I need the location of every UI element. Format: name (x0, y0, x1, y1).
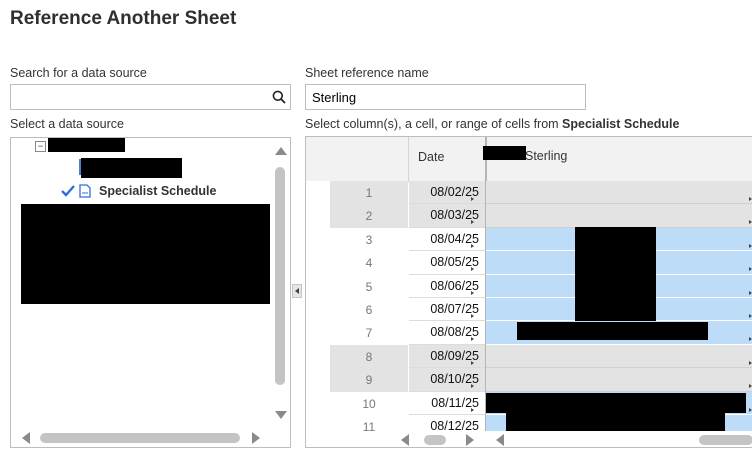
collapse-left-arrow-icon (295, 288, 299, 294)
table-row[interactable]: 5 08/06/25 (306, 274, 752, 298)
table-row[interactable]: 8 08/09/25 (306, 344, 752, 369)
frozen-scroll-right-arrow-icon[interactable] (466, 434, 474, 446)
table-row[interactable]: 3 08/04/25 (306, 227, 752, 252)
checkmark-icon (61, 185, 75, 197)
sheet-icon (79, 184, 91, 198)
tree-item-specialist-schedule[interactable]: Specialist Schedule (99, 184, 216, 198)
panel-collapse-handle[interactable] (292, 284, 302, 298)
sterling-cell[interactable] (486, 368, 752, 392)
redacted-tree-items (21, 204, 270, 304)
table-row[interactable]: 4 08/05/25 (306, 251, 752, 275)
scroll-up-arrow-icon[interactable] (275, 147, 287, 155)
tree-vertical-scrollbar-thumb[interactable] (275, 167, 285, 385)
row-number: 10 (362, 396, 376, 411)
search-label: Search for a data source (10, 66, 147, 80)
column-header-sterling[interactable]: Sterling (525, 149, 567, 163)
cell-corner-icon (471, 220, 474, 225)
search-input[interactable] (10, 84, 291, 110)
instruction-text: Select column(s), a cell, or range of ce… (305, 117, 563, 131)
sterling-cell[interactable] (486, 181, 752, 205)
redacted-cell-block (575, 227, 656, 321)
search-icon[interactable] (272, 90, 286, 104)
cell-corner-icon (471, 314, 474, 318)
cell-corner-icon (471, 337, 474, 342)
grid-scrollbar-area (306, 431, 752, 447)
column-header-date[interactable]: Date (418, 150, 444, 164)
dialog-title: Reference Another Sheet (10, 8, 237, 29)
header-divider (408, 137, 409, 181)
frozen-scroll-left-arrow-icon[interactable] (401, 434, 409, 446)
search-box (10, 84, 291, 110)
frozen-scrollbar-thumb[interactable] (424, 435, 446, 445)
redacted-cell-block (517, 322, 708, 340)
sheet-grid: Date Sterling 1 08/02/25 2 08/03/25 3 08/04/2… (305, 136, 752, 448)
grid-horizontal-scrollbar-thumb[interactable] (699, 435, 752, 445)
data-source-tree: − Specialist Schedule (10, 137, 291, 448)
row-number: 3 (365, 232, 373, 247)
row-number: 9 (365, 373, 373, 388)
row-number: 7 (365, 326, 373, 341)
select-source-label: Select a data source (10, 117, 124, 131)
row-number: 8 (365, 349, 373, 364)
table-row[interactable]: 2 08/03/25 (306, 204, 752, 228)
scroll-down-arrow-icon[interactable] (275, 411, 287, 419)
redacted-tree-item[interactable] (81, 158, 182, 178)
redacted-cell-block (506, 413, 725, 431)
row-number: 5 (365, 279, 373, 294)
scroll-right-arrow-icon[interactable] (252, 432, 260, 444)
cell-corner-icon (471, 360, 474, 365)
sheet-reference-input[interactable] (305, 84, 586, 110)
cell-corner-icon (471, 384, 474, 389)
instruction-sheet-name: Specialist Schedule (562, 117, 680, 131)
redacted-header-cell (483, 146, 526, 160)
redacted-cell-block (486, 393, 746, 413)
grid-scroll-left-arrow-icon[interactable] (496, 434, 504, 446)
cell-corner-icon (471, 407, 474, 412)
grid-instruction: Select column(s), a cell, or range of ce… (305, 117, 679, 131)
cell-corner-icon (471, 267, 474, 272)
row-number: 1 (365, 186, 373, 200)
row-number: 6 (365, 303, 373, 317)
cell-corner-icon (471, 243, 474, 248)
sterling-cell[interactable] (486, 344, 752, 369)
sheet-reference-label: Sheet reference name (305, 66, 429, 80)
table-row[interactable]: 6 08/07/25 (306, 298, 752, 322)
redacted-folder-name (48, 138, 125, 152)
scroll-left-arrow-icon[interactable] (22, 432, 30, 444)
cell-corner-icon (471, 197, 474, 201)
tree-horizontal-scrollbar-thumb[interactable] (40, 433, 240, 443)
row-number: 4 (365, 256, 373, 271)
sterling-cell[interactable] (486, 204, 752, 228)
collapse-toggle-icon[interactable]: − (35, 141, 46, 152)
row-number: 2 (365, 209, 373, 224)
table-row[interactable]: 1 08/02/25 (306, 181, 752, 205)
cell-corner-icon (471, 290, 474, 295)
table-row[interactable]: 9 08/10/25 (306, 368, 752, 392)
